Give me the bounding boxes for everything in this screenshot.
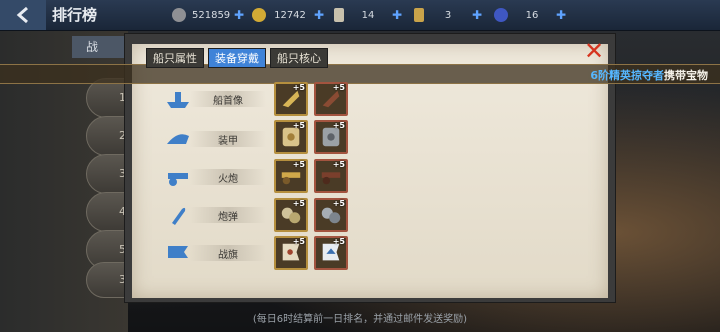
add-gem-button[interactable]: ✚: [556, 8, 566, 22]
resource-silver: 521859 ✚: [172, 6, 244, 24]
resource-value: 12742: [274, 9, 306, 21]
slot-level: +5: [292, 199, 305, 208]
armor-plating-icon: [167, 134, 189, 144]
tab-equipment[interactable]: 装备穿戴: [208, 48, 266, 68]
war-flag-icon: [168, 246, 188, 258]
equipment-label: 装甲: [218, 136, 238, 147]
equip-slot-flag-gold[interactable]: +5: [274, 236, 308, 270]
close-button[interactable]: ✕: [583, 37, 605, 65]
equipment-label: 战旗: [218, 250, 238, 261]
equip-slot-figurehead-gold[interactable]: +5: [274, 82, 308, 116]
equip-slot-cannon-gold[interactable]: +5: [274, 159, 308, 193]
resource-value: 3: [444, 9, 452, 21]
ship-figurehead-icon: [167, 92, 189, 108]
announcement-text: 6阶精英掠夺者携带宝物: [590, 67, 708, 83]
cannon-icon: [168, 173, 188, 186]
equip-slot-armor-steel[interactable]: +5: [314, 120, 348, 154]
resource-value: 14: [361, 9, 375, 21]
resource-gem: 16 ✚: [494, 6, 566, 24]
slot-level: +5: [292, 160, 305, 169]
scroll-icon: [334, 8, 344, 22]
slot-level: +5: [332, 199, 345, 208]
slot-level: +5: [332, 160, 345, 169]
resource-gold: 12742 ✚: [252, 6, 324, 24]
rank-tab[interactable]: 战: [72, 36, 128, 58]
back-button[interactable]: [0, 0, 46, 30]
back-arrow-icon: [16, 6, 28, 24]
add-scroll-button[interactable]: ✚: [392, 8, 402, 22]
shell-icon: [172, 207, 186, 225]
equip-slot-armor-gold[interactable]: +5: [274, 120, 308, 154]
gem-icon: [494, 8, 508, 22]
resource-ticket: 3 ✚: [414, 6, 482, 24]
slot-level: +5: [292, 237, 305, 246]
slot-level: +5: [332, 237, 345, 246]
ticket-icon: [414, 8, 424, 22]
add-silver-button[interactable]: ✚: [234, 8, 244, 22]
equipment-label: 火炮: [218, 174, 238, 185]
announcement-strip: 6阶精英掠夺者携带宝物: [0, 64, 720, 84]
page-title: 排行榜: [52, 6, 98, 24]
equip-slot-cannon-bronze[interactable]: +5: [314, 159, 348, 193]
resource-value: 521859: [192, 9, 231, 21]
slot-level: +5: [292, 83, 305, 92]
announcement-body: 携带宝物: [664, 69, 708, 82]
tab-ship-attributes[interactable]: 船只属性: [146, 48, 204, 68]
add-ticket-button[interactable]: ✚: [472, 8, 482, 22]
equip-slot-flag-blue[interactable]: +5: [314, 236, 348, 270]
slot-level: +5: [292, 121, 305, 130]
equipment-label: 炮弹: [218, 212, 238, 223]
silver-coin-icon: [172, 8, 186, 22]
equip-slot-cannonball-gold[interactable]: +5: [274, 198, 308, 232]
add-gold-button[interactable]: ✚: [314, 8, 324, 22]
announcement-highlight: 6阶精英掠夺者: [590, 69, 664, 82]
equip-slot-figurehead-bronze[interactable]: +5: [314, 82, 348, 116]
resource-value: 16: [525, 9, 539, 21]
modal-tabs: 船只属性 装备穿戴 船只核心: [146, 48, 328, 68]
settlement-notice: (每日6时结算前一日排名，并通过邮件发送奖励): [252, 314, 468, 325]
slot-level: +5: [332, 83, 345, 92]
tab-ship-core[interactable]: 船只核心: [270, 48, 328, 68]
gold-coin-icon: [252, 8, 266, 22]
close-x-icon: ✕: [583, 37, 605, 65]
equipment-label: 船首像: [213, 96, 243, 107]
resource-scroll: 14 ✚: [334, 6, 402, 24]
equip-slot-cannonball-steel[interactable]: +5: [314, 198, 348, 232]
slot-level: +5: [332, 121, 345, 130]
